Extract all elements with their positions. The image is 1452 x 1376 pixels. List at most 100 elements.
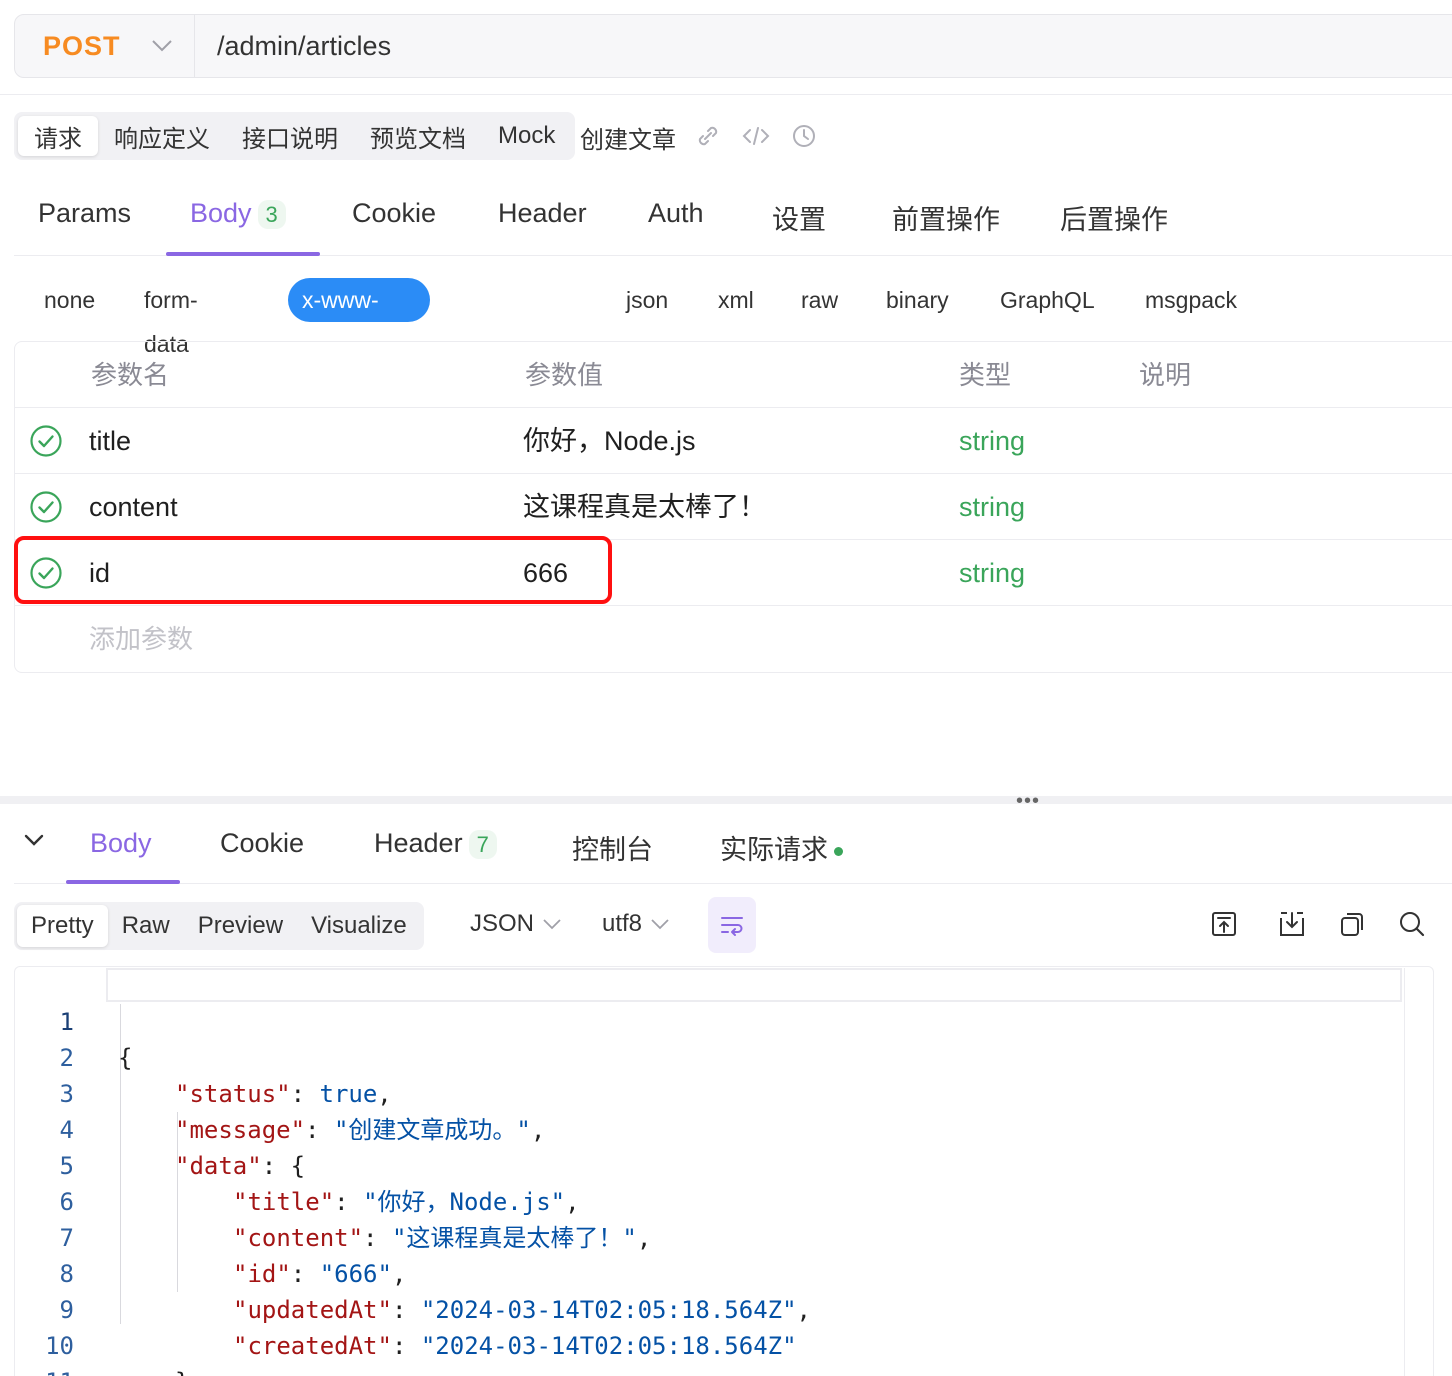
code-brace: }	[175, 1364, 189, 1376]
body-type-raw[interactable]: raw	[801, 278, 838, 322]
table-row: content 这课程真是太棒了！ string	[15, 474, 1452, 540]
check-circle-icon[interactable]	[29, 424, 63, 458]
code-line: 9 "createdAt": "2024-03-14T02:05:18.564Z…	[0, 1256, 1400, 1360]
body-type-msgpack[interactable]: msgpack	[1145, 278, 1237, 322]
view-pretty[interactable]: Pretty	[17, 905, 108, 947]
param-name[interactable]: title	[89, 408, 131, 474]
url-input[interactable]: /admin/articles	[195, 31, 391, 62]
format-value: JSON	[470, 910, 535, 937]
table-header: 参数名 参数值 类型 说明	[15, 342, 1452, 408]
code-line: 8 "updatedAt": "2024-03-14T02:05:18.564Z…	[0, 1220, 1400, 1324]
response-tab-console[interactable]: 控制台	[572, 828, 653, 867]
copy-icon[interactable]	[1338, 910, 1366, 938]
tab-header[interactable]: Header	[498, 198, 587, 254]
expand-all-icon[interactable]	[1210, 910, 1238, 938]
param-value[interactable]: 你好，Node.js	[523, 408, 696, 474]
divider	[0, 94, 1452, 95]
view-preview[interactable]: Preview	[184, 905, 297, 947]
code-line: 3 "message": "创建文章成功。",	[0, 1040, 1400, 1144]
column-header-description: 说明	[1139, 360, 1192, 390]
method-label: POST	[43, 30, 121, 61]
param-type[interactable]: string	[959, 540, 1025, 606]
active-tab-indicator	[66, 880, 180, 884]
param-value[interactable]: 这课程真是太棒了！	[523, 474, 766, 540]
response-tab-header-label: Header	[374, 828, 463, 858]
chevron-down-icon[interactable]	[22, 828, 46, 852]
tab-post-operation[interactable]: 后置操作	[1060, 198, 1168, 254]
line-number: 11	[0, 1364, 74, 1376]
body-type-binary[interactable]: binary	[886, 278, 949, 322]
response-tab-actual-request[interactable]: 实际请求	[720, 828, 843, 867]
code-line: 11 }	[0, 1328, 1400, 1376]
response-tabs: Body Cookie Header 7 控制台 实际请求	[14, 808, 1452, 884]
tab-auth[interactable]: Auth	[648, 198, 704, 254]
body-type-json[interactable]: json	[626, 278, 668, 322]
tab-body-label: Body	[190, 198, 252, 228]
tab-pre-operation[interactable]: 前置操作	[892, 198, 1000, 254]
tab-request[interactable]: 请求	[18, 116, 98, 156]
code-line: 6 "content": "这课程真是太棒了！",	[0, 1148, 1400, 1252]
body-count-badge: 3	[257, 200, 286, 229]
code-icon[interactable]	[740, 120, 772, 157]
view-raw[interactable]: Raw	[108, 905, 184, 947]
check-circle-icon[interactable]	[29, 490, 63, 524]
code-line: 4 "data": {	[0, 1076, 1400, 1180]
response-tab-header[interactable]: Header 7	[374, 828, 497, 859]
doc-tabs: 请求 响应定义 接口说明 预览文档 Mock	[14, 112, 576, 160]
param-type[interactable]: string	[959, 408, 1025, 474]
body-type-xml[interactable]: xml	[718, 278, 754, 322]
chevron-down-icon	[151, 33, 173, 59]
actual-request-label: 实际请求	[720, 835, 828, 865]
body-type-form-data[interactable]: form-data	[144, 278, 198, 357]
encoding-value: utf8	[602, 910, 643, 937]
body-type-urlencoded[interactable]: x-www-form-urlencoded	[288, 278, 430, 401]
word-wrap-button[interactable]	[708, 897, 756, 953]
chevron-down-icon	[543, 919, 561, 930]
tab-cookie[interactable]: Cookie	[352, 198, 436, 254]
status-dot	[834, 847, 843, 857]
format-dropdown[interactable]: JSON	[470, 910, 562, 938]
tab-api-description[interactable]: 接口说明	[226, 116, 354, 156]
tab-settings[interactable]: 设置	[772, 198, 826, 254]
tab-params[interactable]: Params	[38, 198, 131, 254]
word-wrap-icon	[721, 917, 743, 936]
header-count-badge: 7	[468, 830, 497, 859]
column-header-type: 类型	[959, 360, 1012, 390]
param-name[interactable]: content	[89, 474, 178, 540]
body-type-graphql[interactable]: GraphQL	[1000, 278, 1095, 322]
tab-preview-doc[interactable]: 预览文档	[354, 116, 482, 156]
highlight-annotation	[14, 536, 612, 604]
active-tab-indicator	[166, 252, 320, 256]
tab-response-definition[interactable]: 响应定义	[98, 116, 226, 156]
method-select[interactable]: POST	[15, 15, 195, 77]
view-mode-selector: Pretty Raw Preview Visualize	[14, 902, 424, 950]
title-actions	[692, 120, 820, 157]
params-table: 参数名 参数值 类型 说明 title 你好，Node.js string co…	[14, 341, 1452, 673]
link-icon[interactable]	[692, 120, 724, 157]
request-tabs: Params Body 3 Cookie Header Auth 设置 前置操作 …	[14, 180, 1452, 256]
panel-splitter[interactable]	[0, 796, 1452, 804]
body-type-none[interactable]: none	[44, 278, 95, 322]
code-line: 1 {	[0, 968, 1400, 1072]
tab-body[interactable]: Body 3	[190, 198, 286, 254]
response-tab-cookie[interactable]: Cookie	[220, 828, 304, 859]
chevron-down-icon	[651, 919, 669, 930]
code-line: 10 }	[0, 1292, 1400, 1376]
column-header-value: 参数值	[525, 360, 604, 390]
add-param-input[interactable]: 添加参数	[89, 606, 193, 672]
code-line: 5 "title": "你好，Node.js",	[0, 1112, 1400, 1216]
column-header-name: 参数名	[91, 360, 170, 390]
tab-mock[interactable]: Mock	[482, 116, 571, 156]
download-icon[interactable]	[1278, 910, 1306, 938]
response-tab-body[interactable]: Body	[90, 828, 152, 859]
api-name[interactable]: 创建文章	[580, 120, 676, 155]
param-type[interactable]: string	[959, 474, 1025, 540]
view-visualize[interactable]: Visualize	[297, 905, 421, 947]
search-icon[interactable]	[1398, 910, 1426, 938]
table-row: title 你好，Node.js string	[15, 408, 1452, 474]
history-icon[interactable]	[788, 120, 820, 157]
code-line: 2 "status": true,	[0, 1004, 1400, 1108]
url-bar: POST /admin/articles	[14, 14, 1452, 78]
encoding-dropdown[interactable]: utf8	[602, 910, 670, 938]
editor-scrollbar[interactable]	[1404, 968, 1405, 1376]
